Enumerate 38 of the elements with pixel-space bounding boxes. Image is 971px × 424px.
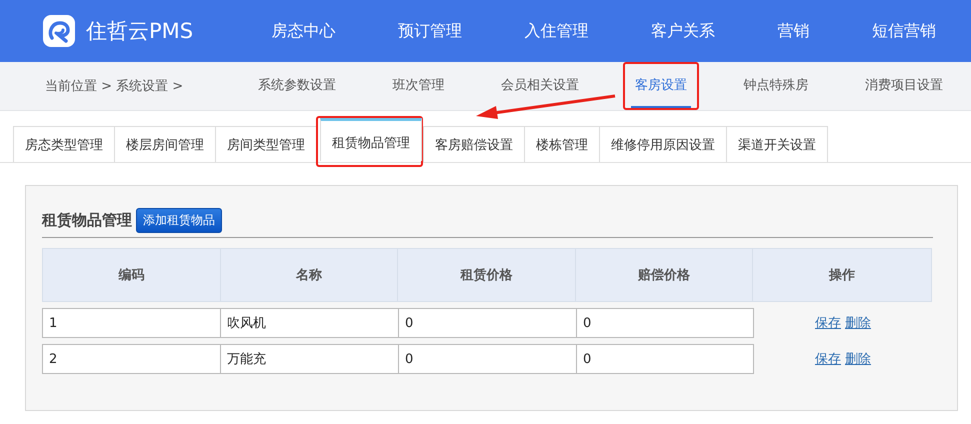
sub-nav-item[interactable]: 班次管理 [388, 62, 448, 110]
action-link[interactable]: 保存 [815, 350, 841, 368]
nav-item[interactable]: 短信营销 [866, 16, 942, 46]
column-header: 租赁价格 [398, 249, 576, 301]
panel-title: 租赁物品管理 [42, 211, 132, 230]
nav-item[interactable]: 客户关系 [644, 16, 721, 46]
sub-nav-item[interactable]: 消费项目设置 [860, 62, 947, 110]
nav-item[interactable]: 营销 [771, 16, 816, 46]
input-field[interactable]: 1 [42, 308, 220, 338]
breadcrumb: 当前位置 > 系统设置 > [44, 78, 184, 95]
action-link[interactable]: 保存 [815, 314, 841, 332]
tab[interactable]: 客房赔偿设置 [423, 126, 525, 162]
column-header: 操作 [828, 267, 856, 285]
tab[interactable]: 租赁物品管理 [320, 118, 422, 161]
input-field[interactable]: 0 [576, 308, 754, 338]
action-link[interactable]: 删除 [845, 350, 871, 368]
nav-item[interactable]: 入住管理 [518, 16, 594, 46]
tab[interactable]: 房态类型管理 [13, 126, 115, 162]
tab[interactable]: 渠道开关设置 [726, 126, 828, 162]
nav-item[interactable]: 房态中心 [265, 16, 342, 46]
sub-nav-item[interactable]: 钟点特殊房 [739, 62, 812, 110]
sub-nav-item[interactable]: 客房设置 [631, 64, 692, 108]
input-field[interactable]: 2 [42, 344, 220, 374]
input-field[interactable]: 吹风机 [220, 308, 398, 338]
nav-item[interactable]: 预订管理 [392, 16, 468, 46]
input-field[interactable]: 0 [398, 308, 576, 338]
column-header: 名称 [220, 249, 398, 301]
column-header: 编码 [43, 249, 221, 301]
brand-name: 住哲云PMS [86, 18, 194, 45]
add-button[interactable]: 添加租赁物品 [136, 208, 222, 233]
action-link[interactable]: 删除 [845, 314, 871, 332]
logo-icon [42, 14, 76, 48]
input-field[interactable]: 0 [576, 344, 754, 374]
column-header: 赔偿价格 [576, 249, 754, 301]
sub-nav-item[interactable]: 会员相关设置 [496, 62, 583, 110]
input-field[interactable]: 万能充 [220, 344, 398, 374]
input-field[interactable]: 0 [398, 344, 576, 374]
sub-nav-item[interactable]: 系统参数设置 [254, 62, 340, 110]
